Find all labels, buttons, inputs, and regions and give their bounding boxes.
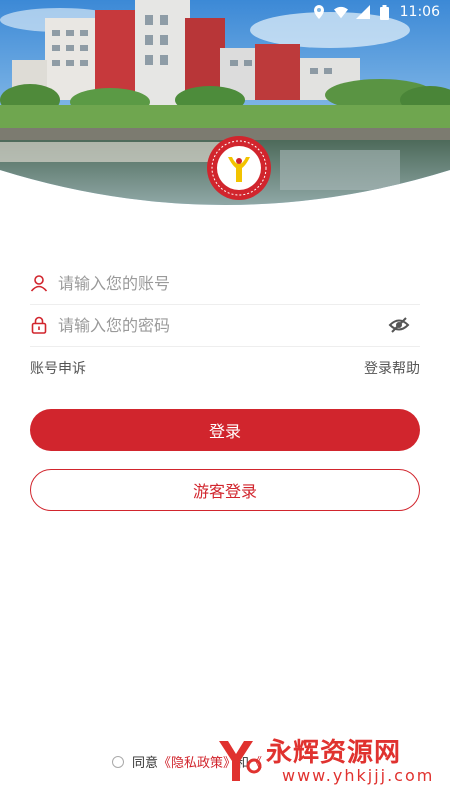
guest-login-button[interactable]: 游客登录 bbox=[30, 469, 420, 511]
battery-icon bbox=[378, 4, 392, 20]
password-input[interactable] bbox=[56, 314, 388, 336]
login-button[interactable]: 登录 bbox=[30, 409, 420, 451]
lock-icon bbox=[30, 316, 48, 334]
status-bar: 11:06 bbox=[0, 0, 450, 24]
school-logo bbox=[206, 135, 272, 201]
login-help-link[interactable]: 登录帮助 bbox=[364, 358, 420, 378]
password-field bbox=[30, 304, 420, 347]
account-field bbox=[30, 262, 420, 305]
user-icon bbox=[30, 274, 48, 292]
account-appeal-link[interactable]: 账号申诉 bbox=[30, 358, 86, 378]
agree-radio[interactable] bbox=[112, 755, 124, 768]
location-icon bbox=[312, 5, 326, 19]
wifi-icon bbox=[333, 5, 348, 19]
agree-prefix: 同意 bbox=[132, 756, 159, 771]
status-time: 11:06 bbox=[399, 4, 440, 20]
watermark-logo-icon bbox=[219, 741, 262, 781]
watermark-brand: 永辉资源网 bbox=[266, 738, 402, 768]
signal-icon bbox=[355, 5, 370, 19]
watermark-url: www.yhkjjj.com bbox=[282, 766, 435, 785]
auxiliary-links: 账号申诉 登录帮助 bbox=[30, 358, 420, 378]
eye-off-icon[interactable] bbox=[388, 314, 410, 336]
watermark: 永辉资源网 www.yhkjjj.com bbox=[214, 732, 444, 794]
account-input[interactable] bbox=[56, 272, 420, 294]
